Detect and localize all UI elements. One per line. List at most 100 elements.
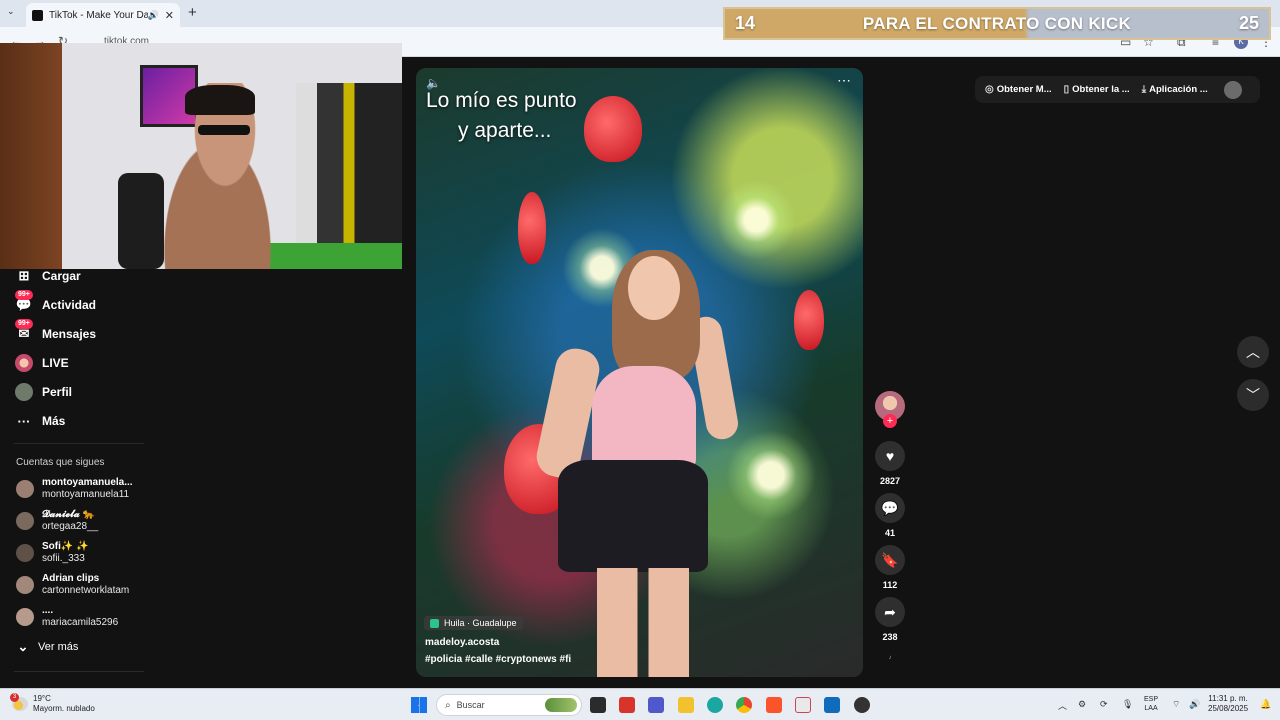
app-red-icon[interactable] (619, 697, 635, 713)
taskbar-clock[interactable]: 11:31 p. m. 25/08/2025 (1208, 694, 1248, 714)
volume-tray-icon[interactable]: 🔊 (1189, 699, 1200, 710)
account-handle: montoyamanuela11 (42, 489, 130, 500)
temperature: 19°C (33, 694, 51, 703)
see-more-button[interactable]: ⌄ Ver más (16, 637, 79, 657)
share-button[interactable]: ➦ (875, 597, 905, 627)
tab-close-icon[interactable]: ✕ (165, 9, 174, 22)
user-avatar[interactable] (1223, 80, 1242, 99)
taskbar-search[interactable]: ⌕ Buscar (436, 694, 582, 716)
activity-icon: 💬 99+ (15, 290, 33, 312)
edge-icon[interactable] (707, 697, 723, 713)
chevron-down-icon: ⌄ (17, 639, 29, 654)
desktop-app-chip[interactable]: ⤓ Aplicación ... (1142, 84, 1208, 95)
like-count: 2827 (879, 476, 901, 486)
download-icon: ⤓ (1141, 84, 1147, 95)
next-video-button[interactable]: ﹀ (1237, 379, 1269, 411)
webcam-clothes-rack (296, 83, 402, 243)
chip-label: Obtener la ... (1072, 84, 1130, 95)
sidebar-item-mensajes[interactable]: ✉ 99+ Mensajes (14, 319, 96, 344)
video-light (716, 180, 796, 260)
language-indicator[interactable]: ESP LAA (1144, 695, 1158, 713)
mail-icon[interactable] (795, 697, 811, 713)
cloudy-sun-icon: 3 (10, 693, 28, 711)
heart-icon: ♥ (885, 448, 895, 464)
tray-chevron-icon[interactable]: ︿ (1058, 699, 1067, 712)
account-name: 𝓓𝓪𝓷𝓲𝓮𝓵𝓪 🐆 (42, 509, 95, 520)
top-actions-bar: ◎ Obtener M... ▯ Obtener la ... ⤓ Aplicació… (975, 76, 1260, 103)
tab-audio-icon[interactable]: 🔊 (148, 10, 159, 21)
chip-label: Obtener M... (996, 84, 1052, 95)
video-author[interactable]: madeloy.acosta (425, 637, 499, 648)
video-ornament (584, 96, 642, 162)
following-account[interactable]: Sofi✨ ✨ sofii._333 (16, 541, 89, 565)
following-account[interactable]: .... mariacamila5296 (16, 605, 118, 629)
account-avatar (16, 576, 34, 594)
sidebar-item-cargar[interactable]: ⊞ Cargar (14, 266, 81, 286)
file-explorer-icon[interactable] (678, 697, 694, 713)
messages-badge: 99+ (15, 319, 33, 329)
sidebar-item-label: Perfil (42, 385, 73, 399)
profile-avatar (14, 382, 34, 402)
notifications-icon[interactable]: 🔔 (1260, 699, 1271, 710)
following-account[interactable]: montoyamanuela... montoyamanuela11 (16, 477, 133, 501)
video-subject-face (628, 256, 680, 320)
sidebar-item-live[interactable]: LIVE (14, 353, 69, 373)
save-button[interactable]: 🔖 (875, 545, 905, 575)
video-ornament (518, 192, 546, 264)
sidebar-item-mas[interactable]: ··· Más (14, 411, 66, 431)
account-handle: sofii._333 (42, 553, 85, 564)
follow-plus-icon[interactable]: + (883, 414, 897, 428)
tab-search-icon[interactable]: ⌄ (7, 6, 15, 17)
task-view-icon[interactable] (590, 697, 606, 713)
wifi-icon[interactable]: ⌔ (1172, 699, 1180, 710)
video-player[interactable]: 🔈 ⋯ Lo mío es punto y aparte... Huila · … (416, 68, 863, 677)
like-button[interactable]: ♥ (875, 441, 905, 471)
stream-goal-banner: 14 PARA EL CONTRATO CON KICK 25 (723, 7, 1271, 40)
streamer-webcam-overlay (0, 43, 402, 269)
get-app-chip[interactable]: ▯ Obtener la ... (1064, 84, 1130, 95)
windows-start-icon[interactable] (411, 697, 427, 713)
weather-widget[interactable]: 3 19°C Mayorm. nublado (10, 693, 95, 714)
see-more-label: Ver más (38, 641, 79, 653)
account-avatar (16, 608, 34, 626)
bookmark-icon: 🔖 (881, 551, 899, 568)
comment-button[interactable]: 💬 (875, 493, 905, 523)
screen: ⌄ TikTok - Make Your Day 🔊 ✕ + ← → ↻ tik… (0, 0, 1280, 720)
sidebar-item-actividad[interactable]: 💬 99+ Actividad (14, 290, 96, 315)
video-hashtags[interactable]: #policia #calle #cryptonews #fi (425, 654, 571, 665)
new-tab-button[interactable]: + (188, 4, 197, 21)
phone-icon: ▯ (1063, 84, 1070, 95)
app-dark-icon[interactable] (854, 697, 870, 713)
webcam-door (0, 43, 62, 269)
location-pin-icon (430, 618, 439, 628)
weather-badge: 3 (10, 693, 19, 702)
teams-icon[interactable] (648, 697, 664, 713)
get-coins-chip[interactable]: ◎ Obtener M... (985, 84, 1052, 95)
video-caption: Lo mío es punto y aparte... (426, 86, 577, 146)
windows-taskbar: 3 19°C Mayorm. nublado ⌕ Buscar ︿ ⚙ ⟳ 🎙 E… (0, 688, 1280, 720)
caption-line-1: Lo mío es punto (426, 89, 577, 112)
sidebar-item-label: Cargar (42, 269, 81, 283)
chrome-icon[interactable] (736, 697, 752, 713)
following-account[interactable]: 𝓓𝓪𝓷𝓲𝓮𝓵𝓪 🐆 ortegaa28__ (16, 509, 98, 533)
music-disc-icon[interactable]: ♪ (878, 655, 902, 667)
keyboard-layout: LAA (1144, 705, 1158, 712)
following-account[interactable]: Adrian clips cartonnetworklatam (16, 573, 129, 597)
brave-icon[interactable] (766, 697, 782, 713)
tray-mic-icon[interactable]: 🎙 (1122, 699, 1133, 710)
search-icon: ⌕ (445, 699, 451, 711)
share-icon: ➦ (884, 603, 896, 620)
video-subject-top (592, 366, 696, 470)
location-tag[interactable]: Huila · Guadalupe (424, 616, 523, 630)
sidebar-item-perfil[interactable]: Perfil (14, 382, 72, 402)
account-avatar (16, 480, 34, 498)
search-placeholder: Buscar (456, 700, 485, 710)
store-icon[interactable] (824, 697, 840, 713)
previous-video-button[interactable]: ︿ (1237, 336, 1269, 368)
caption-line-2: y aparte... (458, 119, 552, 142)
browser-tab-tiktok[interactable]: TikTok - Make Your Day 🔊 ✕ (26, 3, 180, 27)
video-more-icon[interactable]: ⋯ (837, 72, 851, 89)
tray-sync-icon[interactable]: ⟳ (1100, 699, 1108, 710)
webcam-streamer-glasses (198, 125, 250, 135)
tray-app-icon[interactable]: ⚙ (1078, 699, 1086, 710)
